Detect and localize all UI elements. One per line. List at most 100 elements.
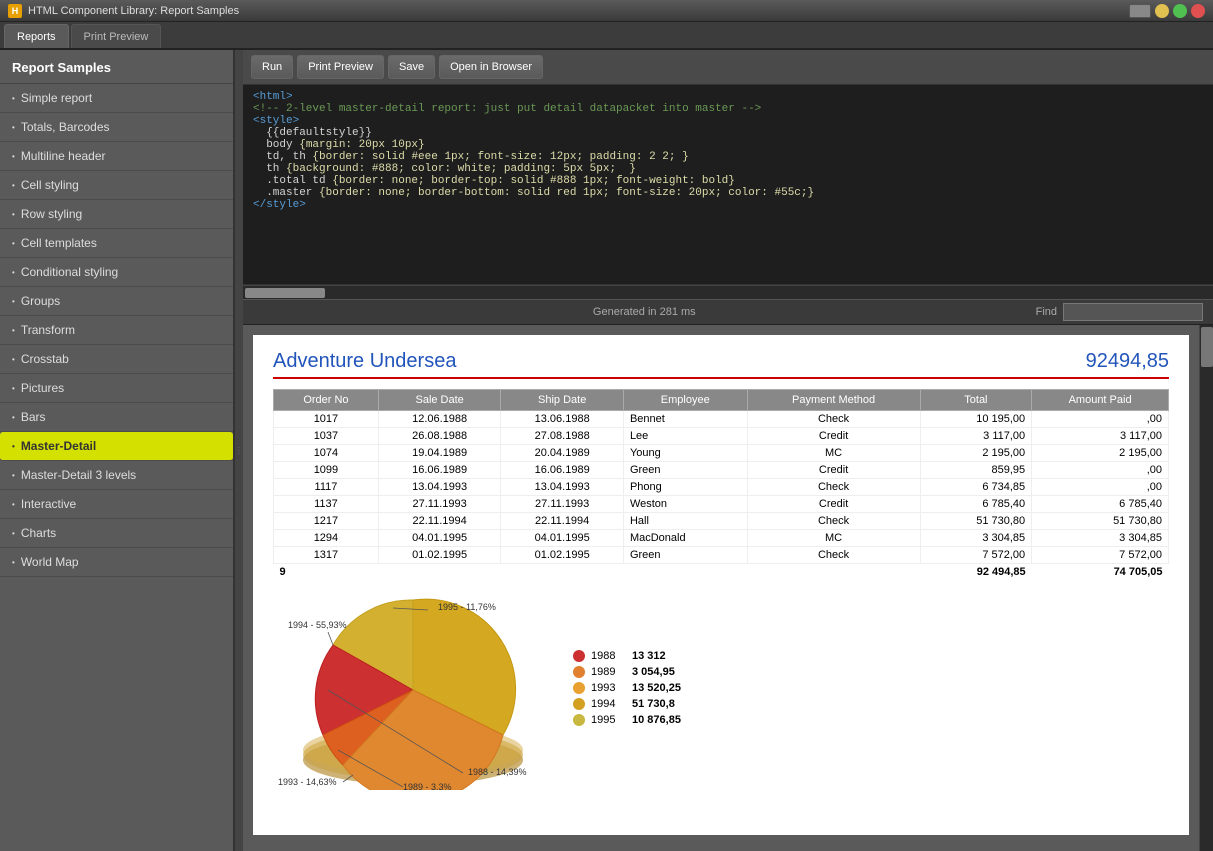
sidebar-item-master-detail-3[interactable]: • Master-Detail 3 levels: [0, 461, 233, 490]
bullet-icon: •: [12, 94, 15, 103]
resize-handle[interactable]: ⋮: [235, 50, 243, 851]
find-input[interactable]: [1063, 303, 1203, 321]
legend-dot-1989: [573, 666, 585, 678]
code-line-1: <html>: [253, 91, 1203, 103]
chart-section: 1994 - 55,93% 1995 - 11,76% 1988 - 14,39…: [273, 590, 1169, 790]
table-row: 107419.04.198920.04.1989YoungMC2 195,002…: [274, 445, 1169, 462]
sidebar-item-pictures[interactable]: • Pictures: [0, 374, 233, 403]
sidebar-item-bars[interactable]: • Bars: [0, 403, 233, 432]
table-cell: 2 195,00: [920, 445, 1032, 462]
table-cell: ,00: [1032, 462, 1169, 479]
table-cell: 01.02.1995: [501, 547, 624, 564]
legend-item-1994: 1994 51 730,8: [573, 698, 681, 710]
code-line-10: </style>: [253, 199, 1203, 211]
window-controls: [1129, 4, 1205, 18]
tab-reports[interactable]: Reports: [4, 24, 69, 48]
total-cell: [747, 564, 920, 581]
table-cell: 3 304,85: [920, 530, 1032, 547]
run-button[interactable]: Run: [251, 55, 293, 79]
table-cell: 51 730,80: [920, 513, 1032, 530]
bullet-icon: •: [12, 239, 15, 248]
pie-chart: 1994 - 55,93% 1995 - 11,76% 1988 - 14,39…: [273, 590, 553, 790]
table-cell: 51 730,80: [1032, 513, 1169, 530]
table-row: 131701.02.199501.02.1995GreenCheck7 572,…: [274, 547, 1169, 564]
sidebar: Report Samples • Simple report • Totals,…: [0, 50, 235, 851]
table-cell: 01.02.1995: [378, 547, 501, 564]
sidebar-item-transform[interactable]: • Transform: [0, 316, 233, 345]
save-button[interactable]: Save: [388, 55, 435, 79]
sidebar-item-crosstab[interactable]: • Crosstab: [0, 345, 233, 374]
report-table: Order No Sale Date Ship Date Employee Pa…: [273, 389, 1169, 580]
sidebar-item-totals-barcodes[interactable]: • Totals, Barcodes: [0, 113, 233, 142]
table-cell: ,00: [1032, 479, 1169, 496]
code-line-6: td, th {border: solid #eee 1px; font-siz…: [253, 151, 1203, 163]
legend-dot-1993: [573, 682, 585, 694]
sidebar-item-row-styling[interactable]: • Row styling: [0, 200, 233, 229]
table-cell: 859,95: [920, 462, 1032, 479]
code-editor[interactable]: <html> <!-- 2-level master-detail report…: [243, 85, 1213, 285]
bullet-icon: •: [12, 413, 15, 422]
total-cell: [623, 564, 747, 581]
table-cell: MC: [747, 530, 920, 547]
bullet-icon: •: [12, 384, 15, 393]
sidebar-item-groups[interactable]: • Groups: [0, 287, 233, 316]
table-cell: Credit: [747, 496, 920, 513]
table-cell: 3 117,00: [920, 428, 1032, 445]
content-area: Run Print Preview Save Open in Browser <…: [243, 50, 1213, 851]
v-scrollbar[interactable]: [1199, 325, 1213, 851]
svg-text:1993 - 14,63%: 1993 - 14,63%: [278, 777, 337, 787]
h-scrollbar[interactable]: [243, 285, 1213, 299]
tab-print-preview[interactable]: Print Preview: [71, 24, 162, 48]
table-cell: 7 572,00: [920, 547, 1032, 564]
table-cell: 26.08.1988: [378, 428, 501, 445]
sidebar-item-charts[interactable]: • Charts: [0, 519, 233, 548]
table-cell: 13.04.1993: [501, 479, 624, 496]
close-btn[interactable]: [1191, 4, 1205, 18]
table-cell: Lee: [623, 428, 747, 445]
v-scroll-thumb[interactable]: [1201, 327, 1213, 367]
table-cell: 10 195,00: [920, 411, 1032, 428]
sidebar-item-interactive[interactable]: • Interactive: [0, 490, 233, 519]
table-cell: 04.01.1995: [501, 530, 624, 547]
sidebar-item-simple-report[interactable]: • Simple report: [0, 84, 233, 113]
h-scroll-thumb[interactable]: [245, 288, 325, 298]
table-total-row: 992 494,8574 705,05: [274, 564, 1169, 581]
code-line-9: .master {border: none; border-bottom: so…: [253, 187, 1203, 199]
code-line-2: <!-- 2-level master-detail report: just …: [253, 103, 1203, 115]
resize-btn[interactable]: [1129, 4, 1151, 18]
sidebar-title: Report Samples: [0, 50, 233, 84]
table-cell: 13.04.1993: [378, 479, 501, 496]
sidebar-item-cell-templates[interactable]: • Cell templates: [0, 229, 233, 258]
table-header-row: Order No Sale Date Ship Date Employee Pa…: [274, 390, 1169, 411]
code-line-4: {{defaultstyle}}: [253, 127, 1203, 139]
total-cell: 92 494,85: [920, 564, 1032, 581]
table-cell: 13.06.1988: [501, 411, 624, 428]
find-label: Find: [1036, 306, 1057, 318]
total-cell: [501, 564, 624, 581]
table-cell: 16.06.1989: [378, 462, 501, 479]
col-order-no: Order No: [274, 390, 379, 411]
sidebar-item-cell-styling[interactable]: • Cell styling: [0, 171, 233, 200]
table-cell: 1137: [274, 496, 379, 513]
table-cell: 22.11.1994: [378, 513, 501, 530]
sidebar-item-multiline-header[interactable]: • Multiline header: [0, 142, 233, 171]
sidebar-item-world-map[interactable]: • World Map: [0, 548, 233, 577]
print-preview-button[interactable]: Print Preview: [297, 55, 384, 79]
bullet-icon: •: [12, 558, 15, 567]
bullet-icon: •: [12, 471, 15, 480]
table-cell: 2 195,00: [1032, 445, 1169, 462]
preview-area[interactable]: Adventure Undersea 92494,85 Order No Sal…: [243, 325, 1199, 851]
sidebar-item-conditional-styling[interactable]: • Conditional styling: [0, 258, 233, 287]
legend-dot-1988: [573, 650, 585, 662]
app-title: HTML Component Library: Report Samples: [28, 5, 239, 17]
sidebar-item-master-detail[interactable]: • Master-Detail: [0, 432, 233, 461]
title-bar: H HTML Component Library: Report Samples: [0, 0, 1213, 22]
open-browser-button[interactable]: Open in Browser: [439, 55, 543, 79]
maximize-btn[interactable]: [1173, 4, 1187, 18]
table-cell: Bennet: [623, 411, 747, 428]
minimize-btn[interactable]: [1155, 4, 1169, 18]
bullet-icon: •: [12, 529, 15, 538]
bullet-icon: •: [12, 181, 15, 190]
report-header: Adventure Undersea 92494,85: [273, 350, 1169, 379]
report-grand-total: 92494,85: [1086, 350, 1169, 373]
